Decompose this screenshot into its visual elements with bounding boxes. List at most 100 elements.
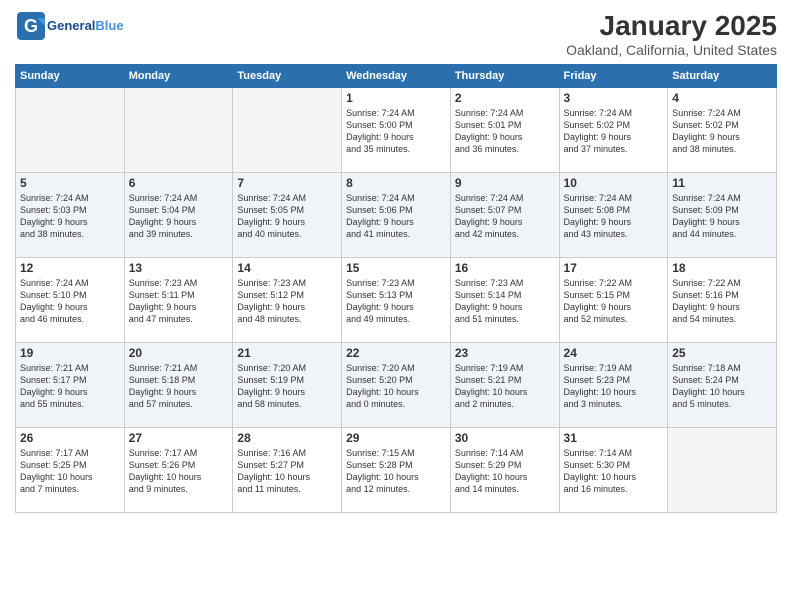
header-tuesday: Tuesday (233, 65, 342, 88)
day-number: 17 (564, 261, 664, 275)
calendar-cell: 14 Sunrise: 7:23 AM Sunset: 5:12 PM Dayli… (233, 258, 342, 343)
week-row-1: 1 Sunrise: 7:24 AM Sunset: 5:00 PM Daylig… (16, 88, 777, 173)
day-number: 31 (564, 431, 664, 445)
calendar-cell: 3 Sunrise: 7:24 AM Sunset: 5:02 PM Daylig… (559, 88, 668, 173)
page-container: G GeneralBlue January 2025 Oakland, Cali… (0, 0, 792, 612)
day-number: 16 (455, 261, 555, 275)
day-info: Sunrise: 7:24 AM Sunset: 5:07 PM Dayligh… (455, 192, 555, 241)
calendar-cell: 25 Sunrise: 7:18 AM Sunset: 5:24 PM Dayli… (668, 343, 777, 428)
day-number: 30 (455, 431, 555, 445)
calendar-cell: 27 Sunrise: 7:17 AM Sunset: 5:26 PM Dayli… (124, 428, 233, 513)
day-info: Sunrise: 7:24 AM Sunset: 5:05 PM Dayligh… (237, 192, 337, 241)
day-number: 6 (129, 176, 229, 190)
week-row-3: 12 Sunrise: 7:24 AM Sunset: 5:10 PM Dayli… (16, 258, 777, 343)
calendar-cell: 5Sunrise: 7:24 AM Sunset: 5:03 PM Daylig… (16, 173, 125, 258)
day-info: Sunrise: 7:24 AM Sunset: 5:02 PM Dayligh… (672, 107, 772, 156)
calendar-cell: 6 Sunrise: 7:24 AM Sunset: 5:04 PM Daylig… (124, 173, 233, 258)
header-saturday: Saturday (668, 65, 777, 88)
header-friday: Friday (559, 65, 668, 88)
day-number: 26 (20, 431, 120, 445)
day-number: 21 (237, 346, 337, 360)
day-number: 2 (455, 91, 555, 105)
day-info: Sunrise: 7:24 AM Sunset: 5:02 PM Dayligh… (564, 107, 664, 156)
svg-text:G: G (24, 16, 38, 36)
day-number: 27 (129, 431, 229, 445)
calendar-cell (16, 88, 125, 173)
day-number: 1 (346, 91, 446, 105)
day-number: 29 (346, 431, 446, 445)
calendar-cell: 11Sunrise: 7:24 AM Sunset: 5:09 PM Dayli… (668, 173, 777, 258)
calendar-cell: 24 Sunrise: 7:19 AM Sunset: 5:23 PM Dayli… (559, 343, 668, 428)
day-info: Sunrise: 7:19 AM Sunset: 5:23 PM Dayligh… (564, 362, 664, 411)
day-info: Sunrise: 7:15 AM Sunset: 5:28 PM Dayligh… (346, 447, 446, 496)
day-info: Sunrise: 7:19 AM Sunset: 5:21 PM Dayligh… (455, 362, 555, 411)
day-number: 25 (672, 346, 772, 360)
day-number: 4 (672, 91, 772, 105)
calendar-cell: 23 Sunrise: 7:19 AM Sunset: 5:21 PM Dayli… (450, 343, 559, 428)
header-sunday: Sunday (16, 65, 125, 88)
calendar-cell: 10 Sunrise: 7:24 AM Sunset: 5:08 PM Dayli… (559, 173, 668, 258)
calendar-cell: 20Sunrise: 7:21 AM Sunset: 5:18 PM Dayli… (124, 343, 233, 428)
day-info: Sunrise: 7:18 AM Sunset: 5:24 PM Dayligh… (672, 362, 772, 411)
calendar-cell: 22 Sunrise: 7:20 AM Sunset: 5:20 PM Dayli… (342, 343, 451, 428)
day-number: 12 (20, 261, 120, 275)
logo-text: GeneralBlue (47, 18, 124, 34)
day-number: 24 (564, 346, 664, 360)
header-monday: Monday (124, 65, 233, 88)
day-info: Sunrise: 7:24 AM Sunset: 5:03 PM Dayligh… (20, 192, 120, 241)
calendar-cell: 8 Sunrise: 7:24 AM Sunset: 5:06 PM Daylig… (342, 173, 451, 258)
day-number: 8 (346, 176, 446, 190)
logo: G GeneralBlue (15, 10, 124, 42)
calendar-cell: 30 Sunrise: 7:14 AM Sunset: 5:29 PM Dayli… (450, 428, 559, 513)
calendar-cell: 4 Sunrise: 7:24 AM Sunset: 5:02 PM Daylig… (668, 88, 777, 173)
calendar-cell: 28Sunrise: 7:16 AM Sunset: 5:27 PM Dayli… (233, 428, 342, 513)
logo-icon: G (15, 10, 47, 42)
day-info: Sunrise: 7:20 AM Sunset: 5:20 PM Dayligh… (346, 362, 446, 411)
calendar-cell: 12 Sunrise: 7:24 AM Sunset: 5:10 PM Dayli… (16, 258, 125, 343)
day-info: Sunrise: 7:22 AM Sunset: 5:15 PM Dayligh… (564, 277, 664, 326)
calendar-cell: 7 Sunrise: 7:24 AM Sunset: 5:05 PM Daylig… (233, 173, 342, 258)
day-number: 10 (564, 176, 664, 190)
day-number: 3 (564, 91, 664, 105)
day-number: 7 (237, 176, 337, 190)
day-info: Sunrise: 7:24 AM Sunset: 5:06 PM Dayligh… (346, 192, 446, 241)
day-info: Sunrise: 7:17 AM Sunset: 5:25 PM Dayligh… (20, 447, 120, 496)
calendar-cell (124, 88, 233, 173)
calendar-cell: 17 Sunrise: 7:22 AM Sunset: 5:15 PM Dayli… (559, 258, 668, 343)
day-info: Sunrise: 7:14 AM Sunset: 5:29 PM Dayligh… (455, 447, 555, 496)
calendar-cell: 9Sunrise: 7:24 AM Sunset: 5:07 PM Daylig… (450, 173, 559, 258)
day-info: Sunrise: 7:20 AM Sunset: 5:19 PM Dayligh… (237, 362, 337, 411)
calendar-cell: 13 Sunrise: 7:23 AM Sunset: 5:11 PM Dayli… (124, 258, 233, 343)
day-info: Sunrise: 7:24 AM Sunset: 5:08 PM Dayligh… (564, 192, 664, 241)
day-info: Sunrise: 7:17 AM Sunset: 5:26 PM Dayligh… (129, 447, 229, 496)
header-thursday: Thursday (450, 65, 559, 88)
day-number: 23 (455, 346, 555, 360)
day-info: Sunrise: 7:24 AM Sunset: 5:01 PM Dayligh… (455, 107, 555, 156)
day-number: 18 (672, 261, 772, 275)
calendar-title: January 2025 (566, 10, 777, 42)
day-number: 13 (129, 261, 229, 275)
day-info: Sunrise: 7:23 AM Sunset: 5:11 PM Dayligh… (129, 277, 229, 326)
calendar-cell: 1 Sunrise: 7:24 AM Sunset: 5:00 PM Daylig… (342, 88, 451, 173)
header-wednesday: Wednesday (342, 65, 451, 88)
week-row-4: 19Sunrise: 7:21 AM Sunset: 5:17 PM Dayli… (16, 343, 777, 428)
day-number: 19 (20, 346, 120, 360)
day-number: 22 (346, 346, 446, 360)
calendar-cell (668, 428, 777, 513)
day-number: 14 (237, 261, 337, 275)
day-info: Sunrise: 7:22 AM Sunset: 5:16 PM Dayligh… (672, 277, 772, 326)
calendar-cell: 2 Sunrise: 7:24 AM Sunset: 5:01 PM Daylig… (450, 88, 559, 173)
week-row-2: 5Sunrise: 7:24 AM Sunset: 5:03 PM Daylig… (16, 173, 777, 258)
calendar-cell: 19Sunrise: 7:21 AM Sunset: 5:17 PM Dayli… (16, 343, 125, 428)
calendar-cell: 16 Sunrise: 7:23 AM Sunset: 5:14 PM Dayli… (450, 258, 559, 343)
day-info: Sunrise: 7:24 AM Sunset: 5:00 PM Dayligh… (346, 107, 446, 156)
day-info: Sunrise: 7:23 AM Sunset: 5:14 PM Dayligh… (455, 277, 555, 326)
day-info: Sunrise: 7:24 AM Sunset: 5:04 PM Dayligh… (129, 192, 229, 241)
day-info: Sunrise: 7:21 AM Sunset: 5:18 PM Dayligh… (129, 362, 229, 411)
day-info: Sunrise: 7:16 AM Sunset: 5:27 PM Dayligh… (237, 447, 337, 496)
day-info: Sunrise: 7:23 AM Sunset: 5:12 PM Dayligh… (237, 277, 337, 326)
week-row-5: 26 Sunrise: 7:17 AM Sunset: 5:25 PM Dayli… (16, 428, 777, 513)
calendar-cell: 15Sunrise: 7:23 AM Sunset: 5:13 PM Dayli… (342, 258, 451, 343)
day-info: Sunrise: 7:24 AM Sunset: 5:10 PM Dayligh… (20, 277, 120, 326)
page-header: G GeneralBlue January 2025 Oakland, Cali… (15, 10, 777, 58)
